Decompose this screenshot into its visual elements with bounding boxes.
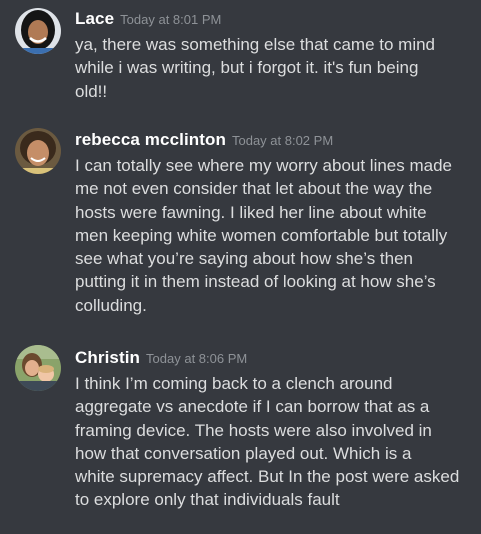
message-line: ya, there was something else that came t… bbox=[75, 35, 436, 54]
message-line: me not even consider that let about the … bbox=[75, 179, 433, 199]
user-avatar-christin[interactable] bbox=[15, 345, 61, 391]
user-avatar-rebecca[interactable] bbox=[15, 128, 61, 174]
timestamp: Today at 8:01 PM bbox=[120, 12, 222, 27]
username[interactable]: Christin bbox=[75, 348, 140, 367]
message-line: old!! bbox=[75, 81, 108, 101]
message-line: men keeping white women comfortable but … bbox=[75, 225, 448, 245]
message-body: I think I’m coming back to a clench arou… bbox=[75, 372, 475, 512]
message-line: to explore only that individuals fault bbox=[75, 490, 340, 510]
message-line: hosts were fawning. I liked her line abo… bbox=[75, 202, 427, 222]
message-line: framing device. The hosts were also invo… bbox=[75, 420, 432, 440]
message-line: putting it in them instead of looking at… bbox=[75, 272, 436, 292]
user-avatar-lace[interactable] bbox=[15, 8, 61, 54]
message-body: ya, there was something else that came t… bbox=[75, 33, 475, 103]
timestamp: Today at 8:06 PM bbox=[146, 351, 248, 366]
message-header: rebecca mcclinton Today at 8:02 PM bbox=[75, 130, 333, 150]
message-header: Lace Today at 8:01 PM bbox=[75, 9, 221, 29]
timestamp: Today at 8:02 PM bbox=[231, 133, 334, 148]
username[interactable]: Lace bbox=[75, 9, 114, 28]
message-line: I think I’m coming back to a clench arou… bbox=[75, 374, 393, 393]
message-line: how that conversation played out. Which … bbox=[75, 443, 412, 463]
message-line: I can totally see where my worry about l… bbox=[75, 156, 453, 175]
message-line: aggregate vs anecdote if I can borrow th… bbox=[75, 397, 430, 417]
message-header: Christin Today at 8:06 PM bbox=[75, 348, 247, 368]
message-line: while i was writing, but i forgot it. it… bbox=[75, 58, 419, 78]
chat-messages: Lace Today at 8:01 PM ya, there was somet… bbox=[0, 0, 481, 534]
username[interactable]: rebecca mcclinton bbox=[75, 130, 226, 149]
message-body: I can totally see where my worry about l… bbox=[75, 154, 475, 317]
message-line: white supremacy affect. But In the post … bbox=[75, 467, 460, 487]
message-line: colluding. bbox=[75, 295, 147, 315]
message-line: see what you’re saying about how she’s t… bbox=[75, 249, 414, 269]
